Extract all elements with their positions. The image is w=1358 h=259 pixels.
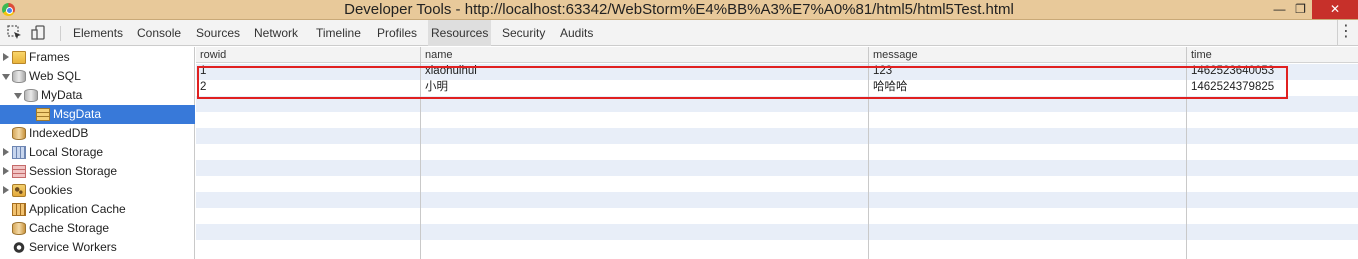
- tab-security[interactable]: Security: [500, 20, 547, 46]
- sidebar-item-label: Application Cache: [29, 202, 126, 216]
- local-storage-icon: [12, 146, 26, 159]
- cookie-icon: [12, 184, 26, 197]
- tab-profiles[interactable]: Profiles: [375, 20, 419, 46]
- sidebar-item-cache-storage[interactable]: Cache Storage: [0, 219, 195, 238]
- devtools-toolbar: Elements Console Sources Network Timelin…: [0, 20, 1358, 46]
- cache-storage-icon: [12, 222, 26, 235]
- sidebar-item-label: MsgData: [53, 107, 102, 121]
- sidebar-item-label: Cache Storage: [29, 221, 110, 235]
- tab-elements[interactable]: Elements: [71, 20, 125, 46]
- sidebar-item-mydata[interactable]: MyData: [0, 86, 195, 105]
- empty-row: [196, 240, 1358, 256]
- empty-row: [196, 176, 1358, 192]
- expand-arrow-icon[interactable]: [3, 186, 9, 194]
- empty-row: [196, 224, 1358, 240]
- sidebar-item-service-workers[interactable]: Service Workers: [0, 238, 195, 257]
- sidebar-item-label: IndexedDB: [29, 126, 89, 140]
- empty-row: [196, 192, 1358, 208]
- sidebar-item-label: Web SQL: [29, 69, 81, 83]
- database-icon: [12, 70, 26, 83]
- empty-row: [196, 144, 1358, 160]
- folder-icon: [12, 51, 26, 64]
- empty-row: [196, 128, 1358, 144]
- sidebar-item-label: Frames: [29, 50, 70, 64]
- app-cache-icon: [12, 203, 26, 216]
- sidebar-item-label: Session Storage: [29, 164, 118, 178]
- toolbar-divider: [60, 26, 61, 41]
- sidebar-item-label: Local Storage: [29, 145, 104, 159]
- annotation-highlight-box: [197, 66, 1288, 99]
- column-header-rowid[interactable]: rowid: [196, 47, 226, 63]
- tab-network[interactable]: Network: [252, 20, 300, 46]
- sidebar-item-label: Service Workers: [29, 240, 117, 254]
- column-header-time[interactable]: time: [1187, 47, 1212, 63]
- column-header-message[interactable]: message: [869, 47, 918, 63]
- close-button[interactable]: ✕: [1312, 0, 1358, 19]
- expand-arrow-icon[interactable]: [3, 148, 9, 156]
- sidebar-item-label: MyData: [41, 88, 83, 102]
- empty-row: [196, 208, 1358, 224]
- indexeddb-icon: [12, 127, 26, 140]
- sidebar-item-application-cache[interactable]: Application Cache: [0, 200, 195, 219]
- database-icon: [24, 89, 38, 102]
- gear-icon: [12, 241, 26, 254]
- tab-resources[interactable]: Resources: [428, 20, 492, 46]
- grid-header: rowid name message time: [196, 47, 1358, 63]
- tab-console[interactable]: Console: [135, 20, 183, 46]
- collapse-arrow-icon[interactable]: [14, 93, 22, 99]
- sidebar-item-cookies[interactable]: Cookies: [0, 181, 195, 200]
- empty-row: [196, 160, 1358, 176]
- window-title: Developer Tools - http://localhost:63342…: [344, 1, 1014, 18]
- tab-audits[interactable]: Audits: [558, 20, 595, 46]
- collapse-arrow-icon[interactable]: [2, 74, 10, 80]
- sidebar-item-web-sql[interactable]: Web SQL: [0, 67, 195, 86]
- device-mode-icon[interactable]: [30, 24, 48, 42]
- empty-row: [196, 112, 1358, 128]
- table-icon: [36, 108, 50, 121]
- session-storage-icon: [12, 165, 26, 178]
- expand-arrow-icon[interactable]: [3, 53, 9, 61]
- inspect-element-icon[interactable]: [6, 24, 24, 42]
- resources-sidebar: Frames Web SQL MyData MsgData IndexedDB …: [0, 47, 195, 259]
- tab-sources[interactable]: Sources: [194, 20, 242, 46]
- maximize-button[interactable]: ❐: [1287, 0, 1314, 19]
- sidebar-item-indexeddb[interactable]: IndexedDB: [0, 124, 195, 143]
- more-options-icon[interactable]: ⋮: [1337, 20, 1354, 46]
- sidebar-item-session-storage[interactable]: Session Storage: [0, 162, 195, 181]
- window-titlebar: Developer Tools - http://localhost:63342…: [0, 0, 1358, 20]
- sidebar-item-frames[interactable]: Frames: [0, 48, 195, 67]
- expand-arrow-icon[interactable]: [3, 167, 9, 175]
- sidebar-item-label: Cookies: [29, 183, 73, 197]
- column-header-name[interactable]: name: [421, 47, 453, 63]
- sidebar-item-local-storage[interactable]: Local Storage: [0, 143, 195, 162]
- sidebar-item-msgdata[interactable]: MsgData: [0, 105, 195, 124]
- tab-timeline[interactable]: Timeline: [314, 20, 363, 46]
